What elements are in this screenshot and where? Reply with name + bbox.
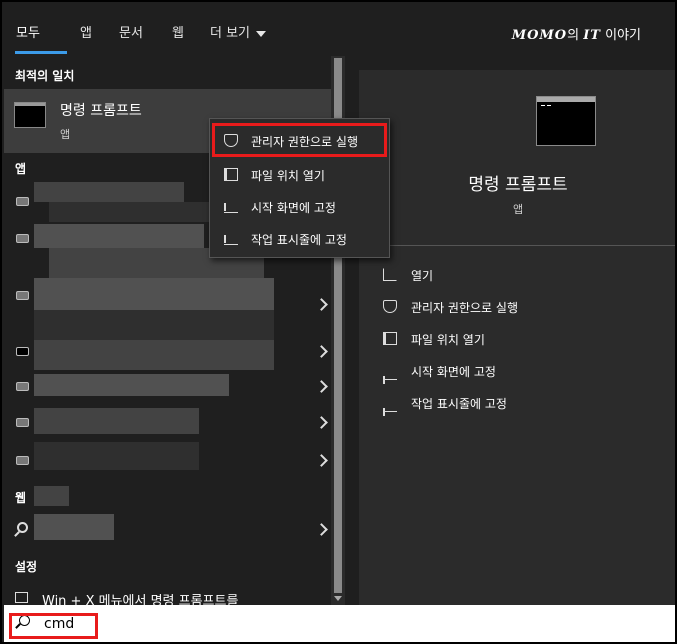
settings-item-icon <box>15 592 28 603</box>
folder-icon <box>224 168 238 181</box>
pin-icon <box>224 232 238 245</box>
active-tab-indicator <box>15 51 67 54</box>
app-icon <box>16 234 29 243</box>
open-icon <box>383 268 397 281</box>
pin-icon <box>224 200 238 213</box>
context-pin-to-start-label: 시작 화면에 고정 <box>251 201 336 215</box>
action-pin-to-start-label: 시작 화면에 고정 <box>411 365 496 379</box>
action-pin-to-taskbar-label: 작업 표시줄에 고정 <box>411 397 507 411</box>
blurred-app-name <box>49 202 209 222</box>
chevron-right-icon[interactable] <box>315 380 328 393</box>
pin-icon <box>383 405 397 416</box>
web-header: 웹 <box>15 491 27 505</box>
chevron-right-icon[interactable] <box>315 416 328 429</box>
action-run-as-admin-label: 관리자 권한으로 실행 <box>411 301 518 315</box>
blurred-web-text <box>34 514 114 540</box>
tab-apps[interactable]: 앱 <box>80 22 92 41</box>
pin-icon <box>383 373 397 384</box>
start-search-window: 모두 앱 문서 웹 더 보기 MOMO의 IT 이야기 최적의 일치 명령 프롬… <box>0 0 677 644</box>
blurred-app-name <box>34 182 184 202</box>
best-match-subtitle: 앱 <box>60 128 71 141</box>
settings-header: 설정 <box>15 560 38 574</box>
context-open-file-location-label: 파일 위치 열기 <box>251 169 325 183</box>
action-open-file-location-label: 파일 위치 열기 <box>411 333 485 347</box>
context-pin-to-start[interactable]: 시작 화면에 고정 <box>210 191 389 223</box>
app-icon <box>16 197 29 206</box>
shield-icon <box>224 134 238 147</box>
chevron-right-icon[interactable] <box>315 298 328 311</box>
tab-all[interactable]: 모두 <box>16 22 40 41</box>
detail-panel: 명령 프롬프트 앱 열기 관리자 권한으로 실행 파일 위치 열기 시작 화면에… <box>359 70 675 605</box>
app-icon <box>16 456 29 465</box>
blurred-app-name <box>34 278 274 310</box>
tab-web[interactable]: 웹 <box>172 22 184 41</box>
blurred-app-name <box>34 408 199 434</box>
command-prompt-large-icon <box>536 96 596 146</box>
blurred-app-name <box>34 374 229 396</box>
brand-watermark: MOMO의 IT 이야기 <box>511 28 641 43</box>
search-bar[interactable]: cmd <box>4 605 675 642</box>
shield-icon <box>383 300 397 313</box>
context-run-as-admin-label: 관리자 권한으로 실행 <box>251 135 358 149</box>
detail-divider <box>359 245 675 246</box>
chevron-right-icon[interactable] <box>315 345 328 358</box>
app-icon <box>16 347 29 356</box>
app-icon <box>16 291 29 300</box>
chevron-right-icon[interactable] <box>315 523 328 536</box>
detail-title: 명령 프롬프트 <box>468 175 568 195</box>
command-prompt-icon <box>14 102 46 128</box>
chevron-right-icon[interactable] <box>315 454 328 467</box>
tab-more[interactable]: 더 보기 <box>210 22 267 41</box>
blurred-app-name <box>34 340 274 370</box>
context-pin-to-taskbar[interactable]: 작업 표시줄에 고정 <box>210 223 389 255</box>
blurred-app-name <box>34 310 274 340</box>
search-highlight-box <box>9 613 98 639</box>
search-icon <box>17 522 28 533</box>
best-match-title: 명령 프롬프트 <box>60 103 142 119</box>
app-icon <box>16 418 29 427</box>
app-icon <box>16 382 29 391</box>
blurred-app-name <box>34 224 204 248</box>
blurred-app-name <box>34 442 199 470</box>
chevron-down-icon <box>256 30 267 37</box>
apps-header: 앱 <box>15 162 27 176</box>
search-tabs-bar: 모두 앱 문서 웹 더 보기 MOMO의 IT 이야기 <box>4 4 675 56</box>
best-match-header: 최적의 일치 <box>15 69 75 83</box>
blurred-web-text <box>34 486 69 506</box>
context-open-file-location[interactable]: 파일 위치 열기 <box>210 159 389 191</box>
context-menu: 관리자 권한으로 실행 파일 위치 열기 시작 화면에 고정 작업 표시줄에 고… <box>209 118 390 258</box>
context-pin-to-taskbar-label: 작업 표시줄에 고정 <box>251 233 347 247</box>
context-run-as-admin[interactable]: 관리자 권한으로 실행 <box>212 123 387 157</box>
detail-subtitle: 앱 <box>512 203 524 216</box>
tab-more-label: 더 보기 <box>210 26 251 41</box>
tab-documents[interactable]: 문서 <box>119 22 143 41</box>
action-open-label: 열기 <box>411 269 434 283</box>
folder-icon <box>383 332 397 345</box>
scroll-down-icon[interactable] <box>334 596 342 601</box>
